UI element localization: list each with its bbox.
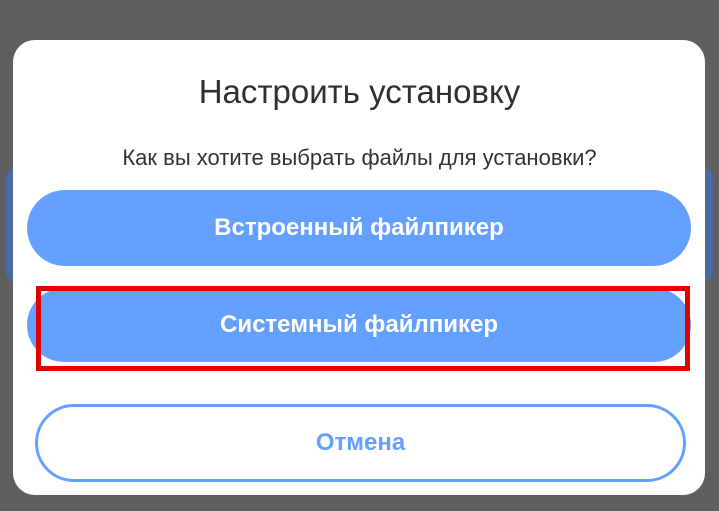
cancel-label: Отмена [315,429,406,456]
builtin-filepicker-button[interactable]: Встроенный файлпикер [27,190,691,266]
dialog-subtitle: Как вы хотите выбрать файлы для установк… [122,145,597,170]
system-filepicker-label: Системный файлпикер [219,311,498,338]
cancel-button[interactable]: Отмена [35,404,686,482]
dialog-title: Настроить установку [198,73,521,110]
builtin-filepicker-label: Встроенный файлпикер [214,214,504,241]
system-filepicker-button[interactable]: Системный файлпикер [27,288,691,362]
